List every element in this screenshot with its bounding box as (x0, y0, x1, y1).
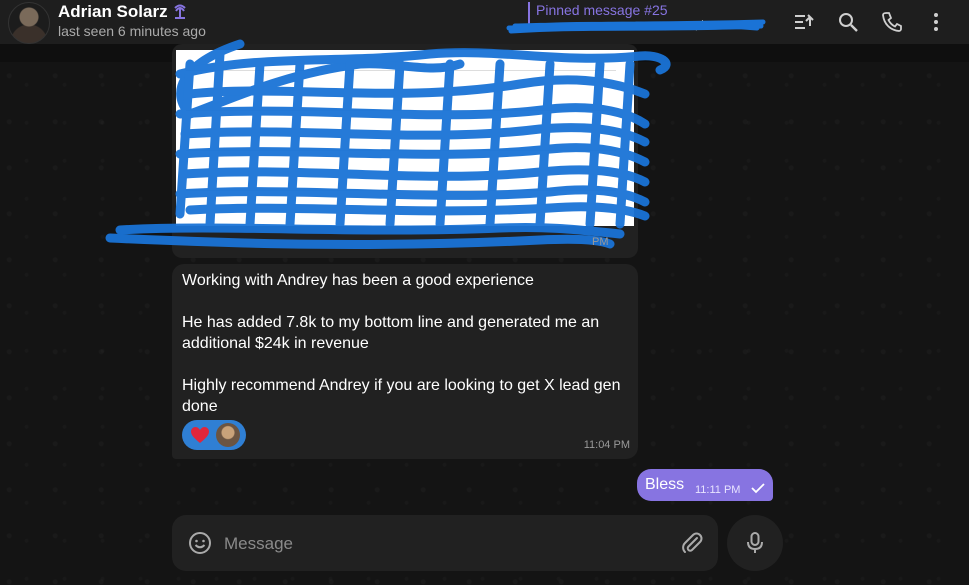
message-text: Bless (645, 476, 685, 493)
more-vertical-icon (934, 13, 938, 31)
emoji-icon[interactable] (188, 531, 212, 555)
message-composer (172, 515, 718, 571)
heart-icon (191, 427, 209, 443)
search-button[interactable] (834, 8, 862, 36)
user-avatar (216, 423, 240, 447)
redaction-scribble (105, 39, 671, 249)
incoming-message[interactable]: Working with Andrey has been a good expe… (172, 264, 638, 459)
search-icon (839, 13, 858, 32)
pinned-list-button[interactable] (790, 8, 818, 36)
message-paragraph: Highly recommend Andrey if you are looki… (182, 377, 621, 415)
message-paragraph: He has added 7.8k to my bottom line and … (182, 314, 600, 352)
microphone-icon (747, 532, 763, 553)
outgoing-message[interactable]: Bless 11:11 PM (637, 469, 773, 501)
more-button[interactable] (922, 8, 950, 36)
check-icon (751, 483, 765, 494)
image-timestamp: PM (592, 236, 609, 248)
attach-icon[interactable] (680, 531, 704, 555)
voice-record-button[interactable] (727, 515, 783, 571)
pinned-list-icon (795, 14, 814, 29)
message-timestamp: 11:11 PM (695, 484, 741, 496)
redaction-scribble (506, 19, 766, 34)
message-paragraph: Working with Andrey has been a good expe… (182, 272, 534, 289)
message-timestamp: 11:04 PM (583, 439, 630, 451)
message-input[interactable] (222, 531, 666, 557)
avatar[interactable] (8, 2, 50, 44)
palm-tree-icon (174, 4, 186, 19)
phone-icon (882, 12, 902, 32)
call-button[interactable] (878, 8, 906, 36)
chat-title[interactable]: Adrian Solarz (58, 2, 168, 22)
reaction-pill[interactable] (182, 420, 246, 450)
